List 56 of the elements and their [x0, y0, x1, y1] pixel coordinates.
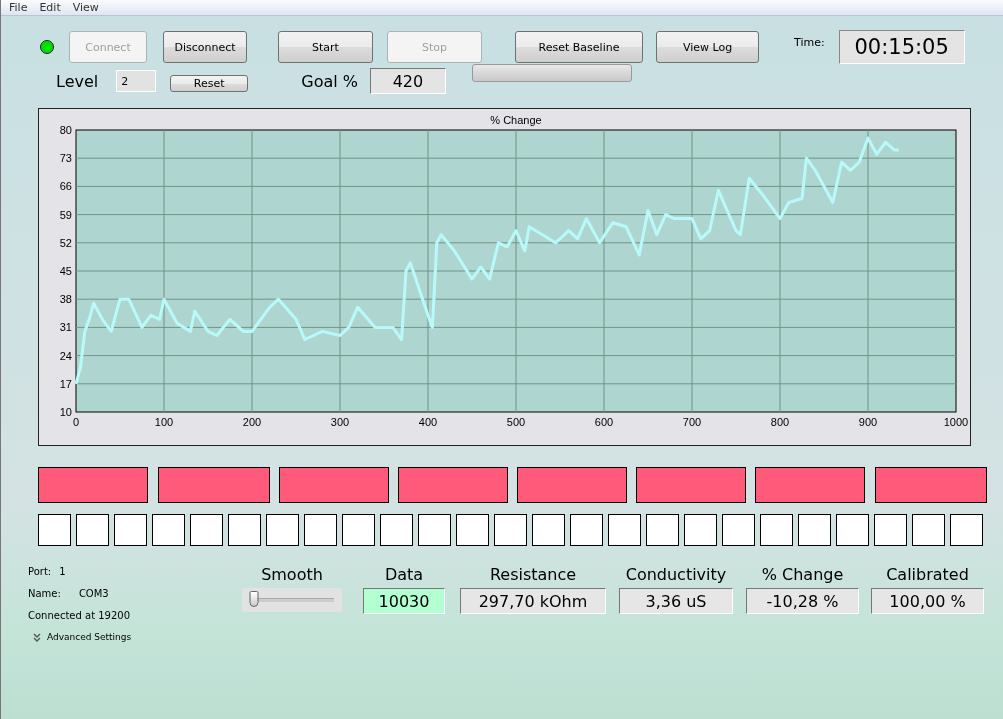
y-tick-label: 24	[59, 349, 72, 362]
x-tick-label: 100	[154, 416, 174, 428]
name-value: COM3	[78, 587, 109, 599]
x-tick-label: 200	[242, 416, 262, 428]
x-tick-label: 600	[594, 416, 614, 428]
menu-item[interactable]: Edit	[39, 1, 61, 14]
readout-display: -10,28 %	[746, 588, 859, 614]
x-tick-label: 700	[682, 416, 702, 428]
y-tick-label: 17	[59, 377, 72, 390]
y-tick-label: 52	[59, 236, 72, 249]
port-label: Port:	[28, 565, 52, 577]
x-tick-label: 500	[506, 416, 526, 428]
smooth-label: Smooth	[261, 563, 323, 586]
port-value: 1	[59, 565, 66, 577]
readout-display: 3,36 uS	[619, 588, 733, 614]
smooth-slider[interactable]	[242, 588, 342, 612]
time-label: Time:	[794, 35, 825, 49]
y-tick-label: 31	[59, 321, 72, 334]
reset-button[interactable]: Reset	[170, 75, 249, 92]
y-tick-label: 59	[59, 208, 72, 221]
readout-label: Data	[384, 563, 424, 586]
x-tick-label: 400	[418, 416, 438, 428]
y-tick-label: 38	[59, 293, 72, 306]
time-display: 00:15:05	[838, 30, 965, 64]
toolbar-button[interactable]: Disconnect	[163, 31, 247, 63]
goal-label: Goal %	[301, 71, 358, 91]
menu-item[interactable]: View	[72, 1, 99, 14]
menu-item[interactable]: File	[9, 1, 28, 14]
level-label: Level	[56, 71, 99, 91]
readout-label: % Change	[761, 563, 844, 586]
goal-display: 420	[369, 68, 446, 94]
readout-label: Calibrated	[886, 563, 969, 586]
name-label: Name:	[28, 587, 61, 599]
y-tick-label: 66	[59, 180, 72, 193]
connection-status: Connected at 19200	[28, 609, 131, 621]
x-tick-label: 1000	[943, 416, 969, 428]
toolbar-button[interactable]: Reset Baseline	[515, 31, 643, 63]
readout-label: Conductivity	[625, 563, 727, 586]
advanced-settings-link[interactable]: Advanced Settings	[47, 632, 132, 642]
readout-display: 100,00 %	[871, 588, 984, 614]
y-tick-label: 45	[59, 265, 72, 277]
readout-display: 10030	[363, 588, 445, 614]
x-tick-label: 800	[770, 416, 790, 428]
x-tick-label: 900	[858, 416, 878, 428]
toolbar-button[interactable]: Start	[278, 31, 373, 63]
level-field[interactable]: 2	[116, 70, 157, 92]
y-tick-label: 73	[59, 152, 72, 165]
y-tick-label: 10	[59, 406, 72, 418]
chart-title: % Change	[490, 114, 542, 126]
y-tick-label: 80	[59, 124, 72, 136]
x-tick-label: 300	[330, 416, 350, 428]
readout-label: Resistance	[489, 563, 577, 586]
readout-display: 297,70 kOhm	[460, 588, 606, 614]
double-chevron-icon	[33, 632, 41, 642]
toolbar-button[interactable]: View Log	[656, 31, 759, 63]
x-tick-label: 0	[72, 416, 80, 428]
